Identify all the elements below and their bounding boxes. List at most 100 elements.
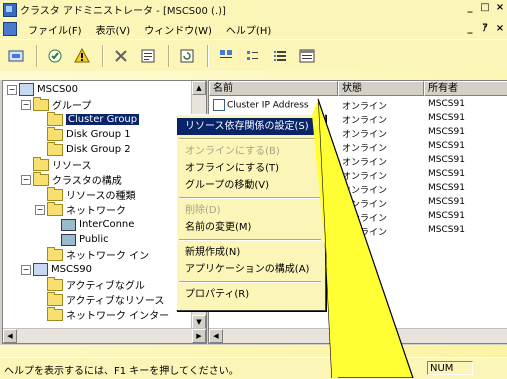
column-header-state[interactable]: 状態 (338, 81, 424, 96)
tree-item[interactable]: ネットワーク イン (35, 246, 150, 262)
context-menu-item[interactable]: リソース依存関係の設定(S) (177, 118, 323, 135)
server-icon (33, 263, 48, 276)
menu-separator (179, 138, 321, 140)
connect-icon[interactable] (4, 44, 28, 68)
tree-item[interactable]: Disk Group 2 (35, 141, 131, 156)
tree-item[interactable]: − クラスタの構成 (21, 171, 122, 187)
context-menu-item[interactable]: アプリケーションの構成(A) (177, 261, 323, 278)
app-window: クラスタ アドミニストレータ - [MSCS00 (.)] _ □ × ファイル… (0, 0, 507, 379)
tree-item[interactable]: Cluster Group (35, 111, 140, 126)
cell-owner: MSCS91 (428, 169, 465, 179)
tree-expander[interactable]: − (21, 174, 31, 185)
small-icons-icon[interactable] (241, 44, 265, 68)
list-row[interactable]: Cluster IP Address オンライン MSCS91 (209, 99, 507, 113)
column-header-owner[interactable]: 所有者 (424, 81, 507, 96)
toolbar (0, 39, 507, 71)
tree-item[interactable]: − ネットワーク (35, 201, 126, 217)
scroll-up-arrow[interactable]: ▲ (192, 81, 206, 95)
mdi-restore-button[interactable]: ｱ (478, 22, 492, 36)
tree-item[interactable]: − MSCS00 (7, 83, 78, 96)
resource-name: Cluster IP Address (227, 100, 309, 111)
cell-state: オンライン (342, 172, 388, 182)
cell-owner: MSCS91 (428, 99, 465, 109)
tree-horizontal-scrollbar[interactable]: ◀ ▶ (3, 328, 206, 343)
tree-item[interactable]: ネットワーク インター (35, 306, 169, 322)
list-header: 名前 状態 所有者 (209, 81, 507, 96)
context-menu-item[interactable]: 新規作成(N) (177, 244, 323, 261)
cell-state: オンライン (342, 130, 388, 140)
minimize-button[interactable]: _ (463, 1, 477, 15)
cell-state: オンライン (342, 214, 388, 224)
tree-item[interactable]: Disk Group 1 (35, 126, 131, 141)
menu-bar: ファイル(F) 表示(V) ウィンドウ(W) ヘルプ(H) _ ｱ × (0, 19, 507, 39)
column-header-name[interactable]: 名前 (209, 81, 338, 96)
context-menu-item[interactable]: グループの移動(V) (177, 177, 323, 194)
menu-help[interactable]: ヘルプ(H) (219, 22, 278, 37)
scroll-left-arrow[interactable]: ◀ (3, 329, 17, 343)
tree-expander[interactable]: − (21, 264, 31, 275)
scroll-down-arrow[interactable]: ▼ (192, 315, 206, 329)
cell-state: オンライン (342, 144, 388, 154)
refresh-icon[interactable] (175, 44, 199, 68)
cell-state: オンライン (342, 186, 388, 196)
mdi-controls: _ ｱ × (462, 22, 507, 36)
cell-state: オンライン (342, 158, 388, 168)
online-icon[interactable] (43, 44, 67, 68)
mdi-minimize-button[interactable]: _ (463, 22, 477, 36)
menu-view[interactable]: 表示(V) (89, 22, 138, 37)
cell-owner: MSCS91 (428, 141, 465, 151)
context-menu-item[interactable]: 名前の変更(M) (177, 219, 323, 236)
properties-icon[interactable] (136, 44, 160, 68)
tree-item-label: Cluster Group (66, 114, 140, 125)
status-text: ヘルプを表示するには、F1 キーを押してください。 (4, 366, 239, 377)
cell-state: オンライン (342, 102, 388, 112)
title-bar[interactable]: クラスタ アドミニストレータ - [MSCS00 (.)] _ □ × (0, 0, 507, 20)
large-icons-icon[interactable] (214, 44, 238, 68)
details-view-icon[interactable] (295, 44, 319, 68)
folder-icon (47, 306, 63, 321)
tree-item[interactable]: アクティブなリソース (35, 291, 164, 307)
tree-item-label: リソース (52, 161, 92, 172)
tree-expander[interactable]: − (35, 204, 45, 215)
list-horizontal-scrollbar[interactable]: ◀ (209, 328, 507, 343)
tree-item[interactable]: リソースの種類 (35, 186, 136, 202)
scroll-left-arrow[interactable]: ◀ (209, 329, 223, 343)
folder-icon (47, 276, 63, 291)
tree-item-label: ネットワーク イン (66, 251, 150, 262)
tree-item[interactable]: − MSCS90 (21, 263, 92, 276)
list-view-icon[interactable] (268, 44, 292, 68)
context-menu-item: オンラインにする(B) (185, 146, 280, 157)
menu-window[interactable]: ウィンドウ(W) (137, 22, 219, 37)
tree-item[interactable]: InterConne (49, 218, 134, 231)
tree-item[interactable]: Public (49, 233, 109, 246)
tree-item[interactable]: リソース (21, 156, 92, 172)
menu-separator (179, 197, 321, 199)
folder-icon (33, 156, 49, 171)
close-button[interactable]: × (493, 1, 507, 15)
context-menu-item[interactable]: プロパティ(R) (177, 286, 323, 303)
cell-owner: MSCS91 (428, 225, 465, 235)
tree-item-label: グループ (52, 101, 92, 112)
mdi-close-button[interactable]: × (493, 22, 507, 36)
folder-icon (47, 246, 63, 261)
menu-file[interactable]: ファイル(F) (21, 22, 89, 37)
cluster-admin-icon[interactable] (3, 2, 17, 17)
context-menu-item[interactable]: オフラインにする(T) (177, 160, 323, 177)
folder-icon (47, 141, 63, 156)
menu-separator (179, 239, 321, 241)
menu-separator (179, 281, 321, 283)
folder-icon (47, 291, 63, 306)
tree-item[interactable]: − グループ (21, 96, 92, 112)
tree-expander[interactable]: − (7, 84, 17, 95)
scroll-right-arrow[interactable]: ▶ (192, 329, 206, 343)
tree-expander[interactable]: − (21, 99, 31, 110)
maximize-button[interactable]: □ (478, 1, 492, 15)
cell-state: オンライン (342, 228, 388, 238)
tree-item-label: MSCS90 (51, 264, 93, 275)
cell-name: Cluster IP Address (209, 99, 338, 113)
tree-item[interactable]: アクティブなグル (35, 276, 145, 292)
document-icon[interactable] (3, 22, 17, 36)
num-lock-indicator: NUM (427, 361, 473, 375)
delete-icon[interactable] (109, 44, 133, 68)
offline-icon[interactable] (70, 44, 94, 68)
